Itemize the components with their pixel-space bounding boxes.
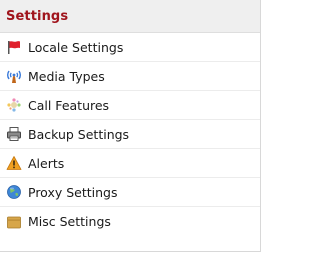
menu-item-misc-settings[interactable]: Misc Settings (0, 207, 260, 236)
antenna-broadcast-icon (6, 68, 22, 84)
menu-item-label: Call Features (28, 97, 110, 113)
globe-icon (6, 184, 22, 200)
menu-item-locale-settings[interactable]: Locale Settings (0, 33, 260, 62)
menu-item-label: Backup Settings (28, 126, 130, 142)
printer-icon (6, 126, 22, 142)
menu-item-media-types[interactable]: Media Types (0, 62, 260, 91)
settings-panel: Settings Locale Settings Media Types Cal… (0, 0, 261, 252)
menu-item-label: Misc Settings (28, 214, 111, 229)
menu-item-label: Alerts (28, 155, 65, 171)
red-flag-icon (6, 39, 22, 55)
menu-item-backup-settings[interactable]: Backup Settings (0, 120, 260, 149)
panel-header: Settings (0, 0, 260, 33)
menu-item-label: Media Types (28, 68, 105, 84)
menu-item-alerts[interactable]: Alerts (0, 149, 260, 178)
sparkle-icon (6, 97, 22, 113)
settings-menu: Locale Settings Media Types Call Feature… (0, 33, 260, 236)
menu-item-call-features[interactable]: Call Features (0, 91, 260, 120)
warning-triangle-icon (6, 155, 22, 171)
menu-item-proxy-settings[interactable]: Proxy Settings (0, 178, 260, 207)
menu-item-label: Locale Settings (28, 39, 124, 55)
menu-item-label: Proxy Settings (28, 184, 118, 200)
folder-icon (6, 214, 22, 230)
panel-title: Settings (6, 8, 69, 24)
